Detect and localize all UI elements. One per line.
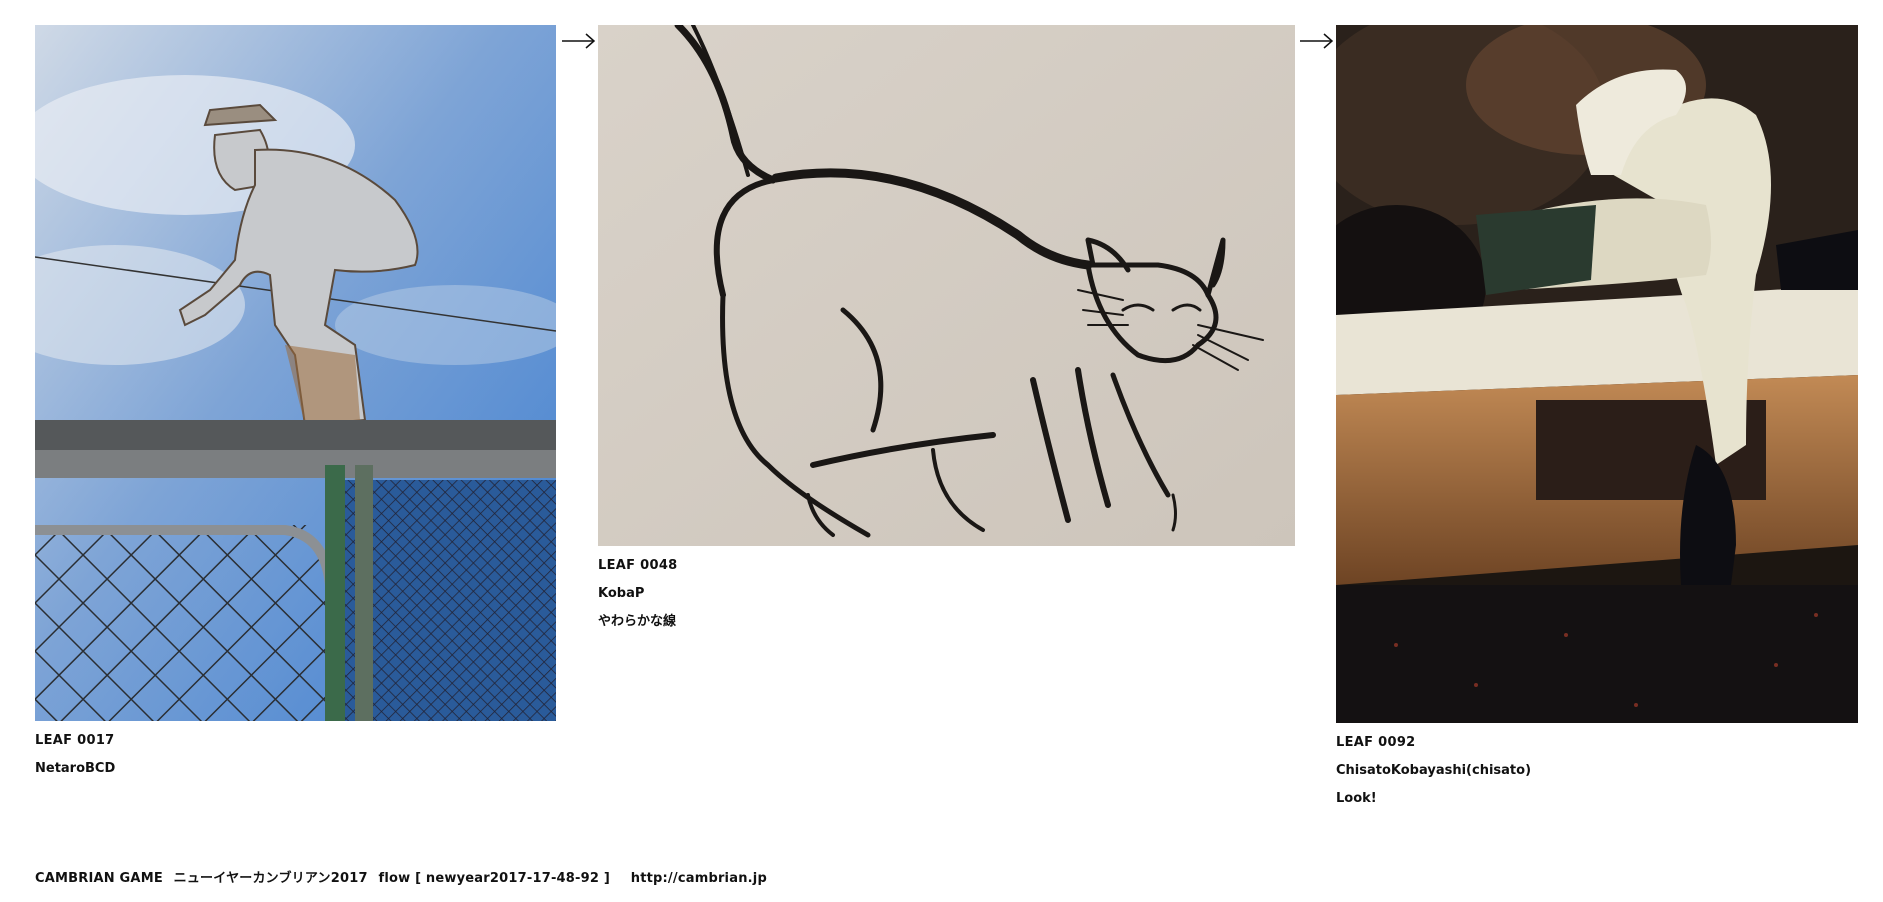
leaf-author[interactable]: KobaP — [598, 580, 1295, 608]
footer-event-name[interactable]: ニューイヤーカンブリアン2017 — [174, 871, 368, 886]
leaf-card-0092: LEAF 0092 ChisatoKobayashi(chisato) Look… — [1336, 25, 1858, 813]
footer-flow-id: flow [ newyear2017-17-48-92 ] — [378, 871, 610, 886]
leaf-code: LEAF 0092 — [1336, 735, 1416, 750]
footer: CAMBRIAN GAME ニューイヤーカンブリアン2017 flow [ ne… — [35, 867, 773, 886]
leaf-caption: LEAF 0092 ChisatoKobayashi(chisato) Look… — [1336, 729, 1858, 813]
fence-figure-photo — [35, 25, 556, 721]
cat-drawing-photo — [598, 25, 1295, 546]
leaf-caption: LEAF 0017 NetaroBCD — [35, 727, 556, 783]
leaf-photo-link[interactable] — [1336, 25, 1858, 723]
leaf-caption: LEAF 0048 KobaP やわらかな線 — [598, 552, 1295, 636]
leaf-author[interactable]: NetaroBCD — [35, 755, 556, 783]
leaf-author[interactable]: ChisatoKobayashi(chisato) — [1336, 757, 1858, 785]
arrow-right-icon — [1300, 33, 1334, 49]
footer-site-link[interactable]: http://cambrian.jp — [631, 871, 767, 886]
leaf-card-0048: LEAF 0048 KobaP やわらかな線 — [598, 25, 1295, 636]
leaf-photo-link[interactable] — [598, 25, 1295, 546]
mannequin-boots-photo — [1336, 25, 1858, 723]
leaf-title: Look! — [1336, 791, 1377, 806]
footer-game-name[interactable]: CAMBRIAN GAME — [35, 871, 163, 886]
leaf-photo-link[interactable] — [35, 25, 556, 721]
leaf-card-0017: LEAF 0017 NetaroBCD — [35, 25, 556, 783]
arrow-right-icon — [562, 33, 596, 49]
leaf-code: LEAF 0017 — [35, 733, 115, 748]
leaf-title: やわらかな線 — [598, 614, 677, 629]
leaf-code: LEAF 0048 — [598, 558, 678, 573]
